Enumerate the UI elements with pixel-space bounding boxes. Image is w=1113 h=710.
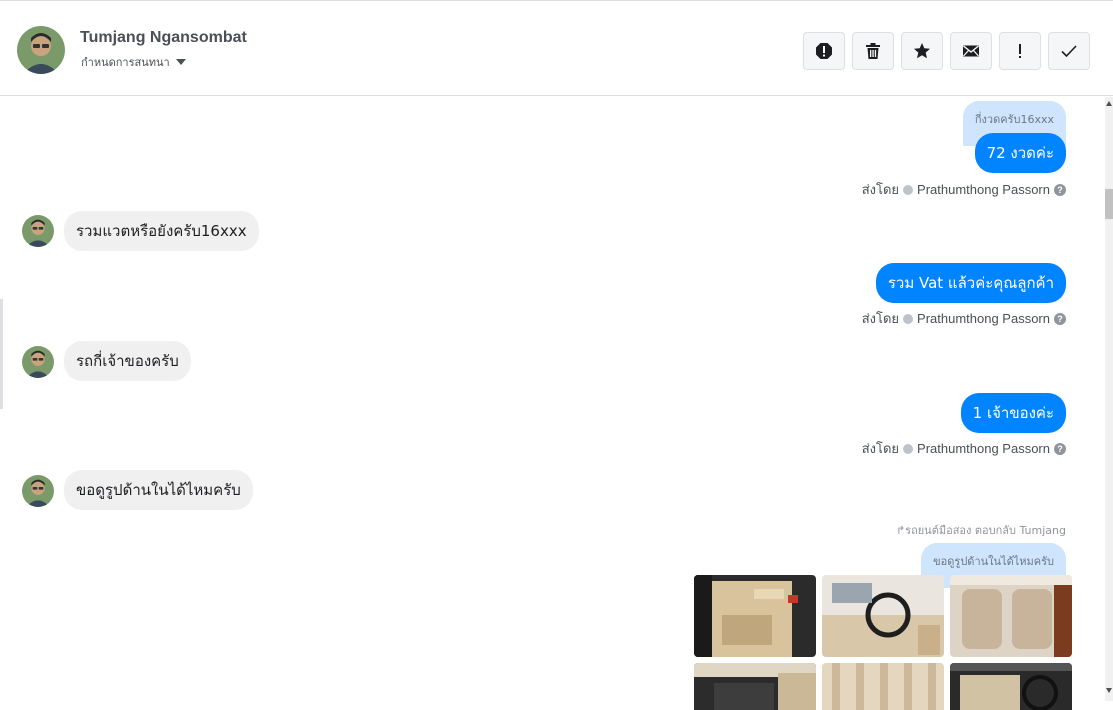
contact-avatar-small[interactable] xyxy=(22,215,54,247)
agent-status-icon xyxy=(903,184,914,195)
incoming-message[interactable]: รถกี่เจ้าของครับ xyxy=(64,341,191,381)
outgoing-message[interactable]: รวม Vat แล้วค่ะคุณลูกค้า xyxy=(875,263,1066,303)
incoming-message[interactable]: รวมแวตหรือยังครับ16xxx xyxy=(64,211,259,251)
messenger-page: Tumjang Ngansombat กำหนดการสนทนา กี่งวดค… xyxy=(0,0,1113,710)
car-interior-photo[interactable] xyxy=(950,575,1072,657)
action-toolbar xyxy=(803,32,1090,70)
contact-avatar-small[interactable] xyxy=(22,475,54,507)
thread-scrollbar[interactable] xyxy=(1105,97,1113,701)
sent-by-line: ส่งโดย Prathumthong Passorn ? xyxy=(862,438,1066,459)
contact-avatar-small[interactable] xyxy=(22,346,54,378)
sent-by-label: ส่งโดย xyxy=(861,311,900,326)
help-icon[interactable]: ? xyxy=(1054,312,1066,325)
reply-arrow-icon: ↱ xyxy=(895,524,906,537)
caret-down-icon xyxy=(175,59,186,65)
photo-grid xyxy=(694,575,1074,710)
star-icon xyxy=(914,43,930,59)
sent-by-line: ส่งโดย Prathumthong Passorn ? xyxy=(862,179,1066,200)
conversation-header: Tumjang Ngansombat กำหนดการสนทนา xyxy=(0,6,1113,96)
agent-status-icon xyxy=(903,313,914,324)
message-thread: กี่งวดครับ16xxx 72 งวดค่ะ ส่งโดย Prathum… xyxy=(0,97,1105,710)
incoming-message[interactable]: ขอดูรูปด้านในได้ไหมครับ xyxy=(64,470,253,510)
agent-name[interactable]: Prathumthong Passorn xyxy=(917,441,1050,456)
outgoing-message[interactable]: 1 เจ้าของค่ะ xyxy=(960,393,1066,433)
sent-by-label: ส่งโดย xyxy=(861,441,900,456)
check-icon xyxy=(1061,45,1077,58)
star-button[interactable] xyxy=(901,32,943,70)
contact-avatar[interactable] xyxy=(17,26,65,74)
delete-button[interactable] xyxy=(852,32,894,70)
report-button[interactable] xyxy=(803,32,845,70)
agent-name[interactable]: Prathumthong Passorn xyxy=(917,311,1050,326)
scroll-down-arrow-icon[interactable] xyxy=(1106,688,1112,693)
report-icon xyxy=(816,43,832,59)
car-interior-photo[interactable] xyxy=(822,663,944,710)
done-button[interactable] xyxy=(1048,32,1090,70)
reply-note-text: รถยนต์มือสอง ตอบกลับ Tumjang xyxy=(905,524,1066,537)
car-interior-photo[interactable] xyxy=(694,575,816,657)
important-button[interactable] xyxy=(999,32,1041,70)
help-icon[interactable]: ? xyxy=(1054,183,1066,196)
car-interior-photo[interactable] xyxy=(694,663,816,710)
agent-status-icon xyxy=(903,443,914,454)
scrollbar-thumb[interactable] xyxy=(1105,189,1113,219)
agent-name[interactable]: Prathumthong Passorn xyxy=(917,182,1050,197)
reply-note: ↱รถยนต์มือสอง ตอบกลับ Tumjang xyxy=(896,521,1066,539)
mark-unread-button[interactable] xyxy=(950,32,992,70)
contact-name: Tumjang Ngansombat xyxy=(80,29,247,46)
conversation-settings-dropdown[interactable]: กำหนดการสนทนา xyxy=(81,53,186,71)
sent-by-line: ส่งโดย Prathumthong Passorn ? xyxy=(862,308,1066,329)
mail-icon xyxy=(963,45,979,57)
outgoing-message[interactable]: 72 งวดค่ะ xyxy=(974,133,1066,173)
sent-by-label: ส่งโดย xyxy=(861,182,900,197)
conversation-settings-label: กำหนดการสนทนา xyxy=(81,56,170,69)
important-icon xyxy=(1019,44,1021,58)
help-icon[interactable]: ? xyxy=(1054,442,1066,455)
trash-icon xyxy=(866,43,880,59)
scroll-up-arrow-icon[interactable] xyxy=(1106,101,1112,106)
car-interior-photo[interactable] xyxy=(822,575,944,657)
car-interior-photo[interactable] xyxy=(950,663,1072,710)
